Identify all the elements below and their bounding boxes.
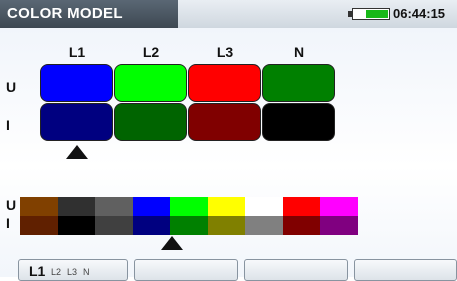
swatch-current-l1[interactable] bbox=[40, 103, 113, 141]
palette-current-row bbox=[20, 216, 358, 235]
palette-voltage-cell-5[interactable] bbox=[207, 197, 245, 216]
palette-current-cell-5[interactable] bbox=[207, 216, 245, 235]
swatch-voltage-l1[interactable] bbox=[40, 64, 113, 102]
palette-voltage-cell-6[interactable] bbox=[245, 197, 283, 216]
phase-label-n: N bbox=[293, 44, 305, 60]
palette-current-cell-6[interactable] bbox=[245, 216, 283, 235]
screen-title: COLOR MODEL bbox=[7, 5, 123, 22]
palette-current-cell-7[interactable] bbox=[282, 216, 320, 235]
swatch-voltage-n[interactable] bbox=[262, 64, 335, 102]
battery-level bbox=[366, 10, 388, 18]
row-label-voltage: U bbox=[6, 79, 17, 95]
palette-current-cell-4[interactable] bbox=[170, 216, 208, 235]
softkey-4[interactable] bbox=[354, 259, 457, 281]
palette-voltage-cell-4[interactable] bbox=[170, 197, 208, 216]
swatch-current-n[interactable] bbox=[262, 103, 335, 141]
title-bar: COLOR MODEL 06:44:15 bbox=[0, 0, 457, 28]
palette-voltage-cell-3[interactable] bbox=[132, 197, 170, 216]
softkey-2[interactable] bbox=[134, 259, 238, 281]
softkey-3[interactable] bbox=[244, 259, 348, 281]
palette-row-label-current: I bbox=[6, 215, 10, 231]
palette-current-cell-2[interactable] bbox=[95, 216, 133, 235]
phase-label-l2: L2 bbox=[142, 44, 160, 60]
swatch-voltage-l3[interactable] bbox=[188, 64, 261, 102]
color-model-screen: COLOR MODEL 06:44:15 L1 L2 L3 N U I U I … bbox=[0, 0, 457, 281]
softkey-option-n: N bbox=[83, 267, 90, 277]
palette-voltage-cell-8[interactable] bbox=[320, 197, 358, 216]
phase-label-l3: L3 bbox=[216, 44, 234, 60]
palette-voltage-cell-7[interactable] bbox=[282, 197, 320, 216]
phase-selector-pointer bbox=[66, 145, 88, 159]
swatch-current-l3[interactable] bbox=[188, 103, 261, 141]
palette-voltage-cell-2[interactable] bbox=[95, 197, 133, 216]
palette-row-label-voltage: U bbox=[6, 197, 17, 213]
palette-current-cell-3[interactable] bbox=[132, 216, 170, 235]
battery-icon bbox=[352, 8, 390, 20]
palette-voltage-cell-1[interactable] bbox=[57, 197, 95, 216]
swatch-voltage-l2[interactable] bbox=[114, 64, 187, 102]
softkey-phase-select[interactable]: L1 L2 L3 N bbox=[18, 259, 128, 281]
palette-selector-pointer bbox=[161, 236, 183, 250]
palette-voltage-cell-0[interactable] bbox=[20, 197, 58, 216]
clock: 06:44:15 bbox=[393, 6, 446, 21]
swatch-current-l2[interactable] bbox=[114, 103, 187, 141]
row-label-current: I bbox=[6, 117, 10, 133]
title-bar-dark: COLOR MODEL bbox=[0, 0, 178, 28]
softkey-option-l3: L3 bbox=[67, 267, 78, 277]
palette-current-cell-8[interactable] bbox=[320, 216, 358, 235]
palette-current-cell-0[interactable] bbox=[20, 216, 58, 235]
softkey-option-l2: L2 bbox=[51, 267, 62, 277]
palette-current-cell-1[interactable] bbox=[57, 216, 95, 235]
phase-label-l1: L1 bbox=[68, 44, 86, 60]
palette-voltage-row bbox=[20, 197, 358, 216]
